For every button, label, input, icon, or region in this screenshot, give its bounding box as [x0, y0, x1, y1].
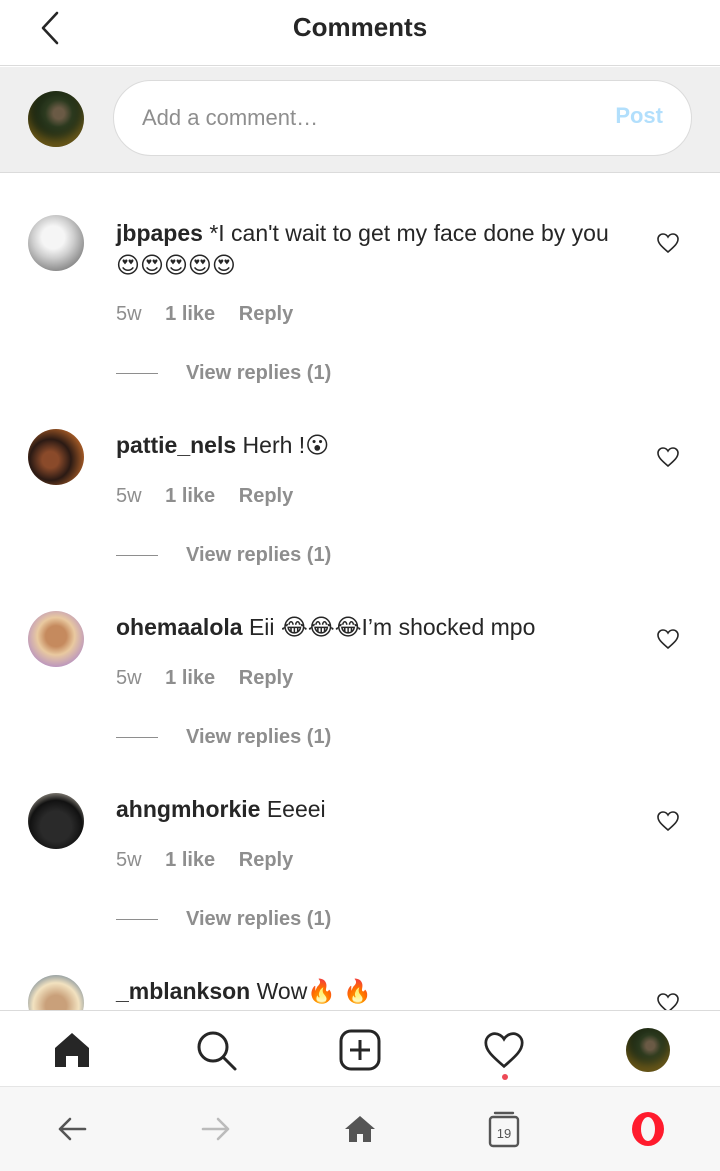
comment-age: 5w	[116, 303, 142, 325]
avatar[interactable]	[28, 429, 84, 485]
comment-body: Eeeei	[266, 796, 326, 822]
notification-dot	[502, 1074, 508, 1080]
divider	[116, 555, 158, 556]
avatar[interactable]	[28, 215, 84, 271]
reply-button[interactable]: Reply	[239, 485, 293, 507]
comment-composer: Post	[0, 67, 720, 173]
view-replies-button[interactable]: View replies (1)	[116, 544, 331, 567]
view-replies-label: View replies (1)	[186, 544, 332, 566]
comment-text: ahngmhorkie Eeeei	[116, 793, 616, 825]
bottom-tab-bar	[0, 1010, 720, 1086]
comment-text: _mblankson Wow🔥 🔥	[116, 975, 616, 1008]
view-replies-button[interactable]: View replies (1)	[116, 726, 331, 749]
comment-likes[interactable]: 1 like	[165, 303, 215, 325]
browser-back-button[interactable]	[52, 1109, 92, 1149]
reply-button[interactable]: Reply	[239, 303, 293, 325]
comment-emoji: 🔥 🔥	[307, 979, 372, 1005]
reply-button[interactable]: Reply	[239, 667, 293, 689]
comment-likes[interactable]: 1 like	[165, 849, 215, 871]
tab-profile[interactable]	[625, 1027, 671, 1073]
divider	[116, 373, 158, 374]
heart-icon[interactable]	[656, 628, 680, 650]
comment-body: Wow	[256, 978, 308, 1004]
comment-body: Herh !	[242, 432, 306, 458]
heart-icon[interactable]	[656, 446, 680, 468]
view-replies-button[interactable]: View replies (1)	[116, 908, 331, 931]
tab-search[interactable]	[193, 1027, 239, 1073]
heart-icon[interactable]	[656, 232, 680, 254]
browser-home-button[interactable]	[340, 1109, 380, 1149]
search-icon	[197, 1031, 237, 1071]
heart-icon[interactable]	[656, 992, 680, 1010]
comment-meta: 5w 1 like Reply	[116, 485, 311, 508]
opera-logo-icon	[632, 1112, 664, 1146]
arrow-right-icon	[201, 1117, 230, 1141]
header: Comments	[0, 0, 720, 66]
heart-icon	[484, 1032, 524, 1069]
comment-age: 5w	[116, 849, 142, 871]
comment-likes[interactable]: 1 like	[165, 667, 215, 689]
arrow-left-icon	[58, 1117, 87, 1141]
comment-body: *I can't wait to get my face done by you	[209, 220, 609, 246]
post-button[interactable]: Post	[615, 103, 663, 129]
view-replies-label: View replies (1)	[186, 908, 332, 930]
comment-username[interactable]: ahngmhorkie	[116, 796, 260, 822]
comment-username[interactable]: pattie_nels	[116, 432, 236, 458]
divider	[116, 919, 158, 920]
opera-menu-button[interactable]	[628, 1109, 668, 1149]
tab-activity[interactable]	[481, 1027, 527, 1080]
tab-new-post[interactable]	[337, 1027, 383, 1073]
comment-likes[interactable]: 1 like	[165, 485, 215, 507]
comment-body: Eii	[248, 614, 281, 640]
comment-emoji: 😮	[305, 433, 330, 459]
view-replies-button[interactable]: View replies (1)	[116, 362, 331, 385]
comment-text: jbpapes *I can't wait to get my face don…	[116, 217, 616, 282]
view-replies-label: View replies (1)	[186, 726, 332, 748]
comment-body-tail: I’m shocked mpo	[361, 614, 536, 640]
comment-username[interactable]: ohemaalola	[116, 614, 243, 640]
my-avatar	[28, 91, 84, 147]
comment-meta: 5w 1 like Reply	[116, 849, 311, 872]
comment-input-wrapper: Post	[113, 80, 692, 156]
page-title: Comments	[292, 12, 428, 42]
home-icon	[345, 1116, 375, 1142]
browser-toolbar: 19	[0, 1086, 720, 1171]
comment-emoji: 😍😍😍😍😍	[116, 253, 236, 279]
divider	[116, 737, 158, 738]
reply-button[interactable]: Reply	[239, 849, 293, 871]
comment-age: 5w	[116, 667, 142, 689]
avatar[interactable]	[28, 975, 84, 1010]
new-post-icon	[339, 1029, 381, 1071]
home-icon	[55, 1033, 89, 1067]
comment-username[interactable]: _mblankson	[116, 978, 250, 1004]
browser-forward-button[interactable]	[196, 1109, 236, 1149]
comment-item: _mblankson Wow🔥 🔥	[0, 975, 720, 1010]
comment-input[interactable]	[142, 81, 582, 155]
comment-emoji: 😂😂😂	[280, 615, 362, 641]
tab-home[interactable]	[49, 1027, 95, 1073]
tabs-count: 19	[496, 1125, 512, 1141]
comment-age: 5w	[116, 485, 142, 507]
view-replies-label: View replies (1)	[186, 362, 332, 384]
avatar[interactable]	[28, 793, 84, 849]
comment-meta: 5w 1 like Reply	[116, 303, 311, 326]
avatar[interactable]	[28, 611, 84, 667]
comment-text: pattie_nels Herh !😮	[116, 429, 616, 462]
comment-username[interactable]: jbpapes	[116, 220, 203, 246]
browser-tabs-button[interactable]: 19	[484, 1109, 524, 1149]
comment-meta: 5w 1 like Reply	[116, 667, 311, 690]
heart-icon[interactable]	[656, 810, 680, 832]
comment-text: ohemaalola Eii 😂😂😂I’m shocked mpo	[116, 611, 616, 644]
profile-avatar	[626, 1028, 670, 1072]
